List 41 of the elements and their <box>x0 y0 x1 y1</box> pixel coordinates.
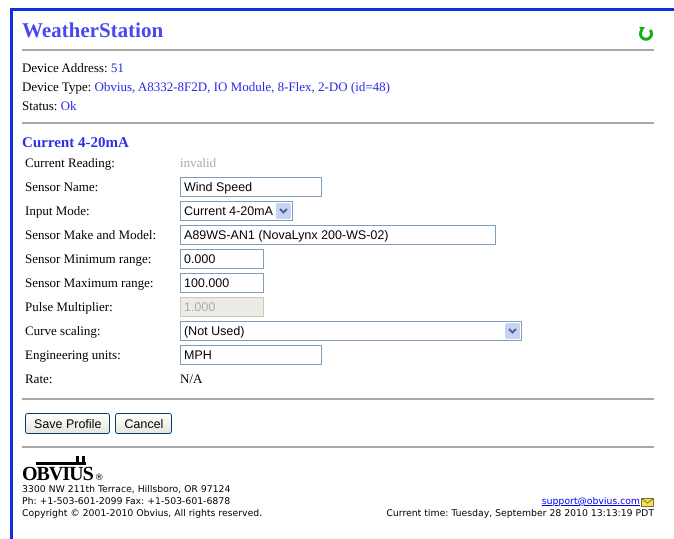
footer-text: 3300 NW 211th Terrace, Hillsboro, OR 97124 <box>22 484 232 496</box>
field-label: Engineering units: <box>25 346 122 364</box>
field-label: Pulse Multiplier: <box>25 298 114 316</box>
input-field[interactable]: 100.000 <box>180 273 264 293</box>
input-field[interactable]: MPH <box>180 345 322 365</box>
form-button[interactable]: Save Profile <box>25 413 110 434</box>
footer-text: Copyright © 2001-2010 Obvius, All rights reserved. <box>22 508 262 520</box>
field-label: Sensor Make and Model: <box>25 226 158 244</box>
field-value: invalid <box>180 155 216 171</box>
field-label: Sensor Minimum range: <box>25 250 152 268</box>
chevron-down-icon <box>276 203 291 219</box>
dropdown[interactable]: (Not Used) <box>180 321 522 341</box>
input-field[interactable]: 0.000 <box>180 249 264 269</box>
field-value: N/A <box>180 371 202 387</box>
field-label: Sensor Name: <box>25 178 100 196</box>
dropdown[interactable]: Current 4-20mA <box>180 201 293 221</box>
info-label: Status: <box>22 98 58 113</box>
chevron-down-icon <box>505 323 520 339</box>
info-value: Obvius, A8332-8F2D, IO Module, 8-Flex, 2-DO (id=48) <box>94 79 390 94</box>
logo: OBVIUS® <box>22 460 262 484</box>
field-label: Curve scaling: <box>25 322 102 340</box>
envelope-icon[interactable] <box>641 498 654 506</box>
current-time: Current time: Tuesday, September 28 2010 13:13:19 PDT <box>386 508 654 520</box>
form-button[interactable]: Cancel <box>115 413 172 434</box>
page-title: WeatherStation <box>22 18 164 42</box>
field-label: Input Mode: <box>25 202 91 220</box>
info-label: Device Address: <box>22 60 108 75</box>
info-value: Ok <box>60 98 77 113</box>
field-label: Rate: <box>25 370 54 388</box>
info-label: Device Type: <box>22 79 92 94</box>
disabled-input-field: 1.000 <box>180 297 264 317</box>
email-link[interactable]: support@obvius.com <box>542 496 640 508</box>
input-field[interactable]: A89WS-AN1 (NovaLynx 200-WS-02) <box>180 225 496 245</box>
field-label: Current Reading: <box>25 154 116 172</box>
section-heading: Current 4-20mA <box>22 134 130 152</box>
footer-text: Ph: +1-503-601-2099 Fax: +1-503-601-6878 <box>22 496 232 508</box>
info-value: 51 <box>110 60 124 75</box>
input-field[interactable]: Wind Speed <box>180 177 322 197</box>
field-label: Sensor Maximum range: <box>25 274 155 292</box>
key-bar-icon <box>36 456 86 465</box>
refresh-icon[interactable] <box>638 25 654 41</box>
